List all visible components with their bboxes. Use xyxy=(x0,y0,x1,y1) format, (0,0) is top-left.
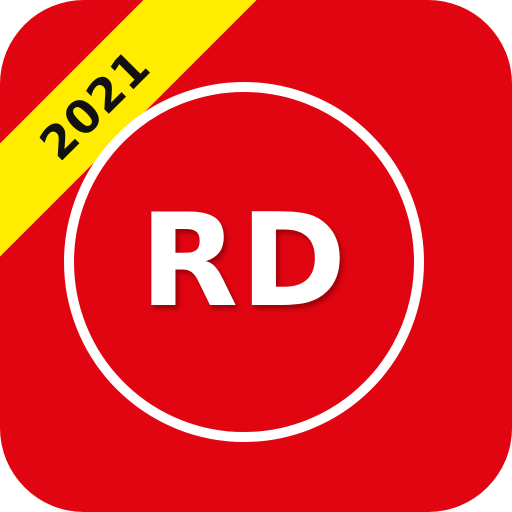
monogram-ring: RD xyxy=(64,82,424,442)
icon-canvas: 2021 RD xyxy=(0,0,512,512)
monogram-text: RD xyxy=(139,187,349,336)
app-icon[interactable]: 2021 RD xyxy=(0,0,512,512)
